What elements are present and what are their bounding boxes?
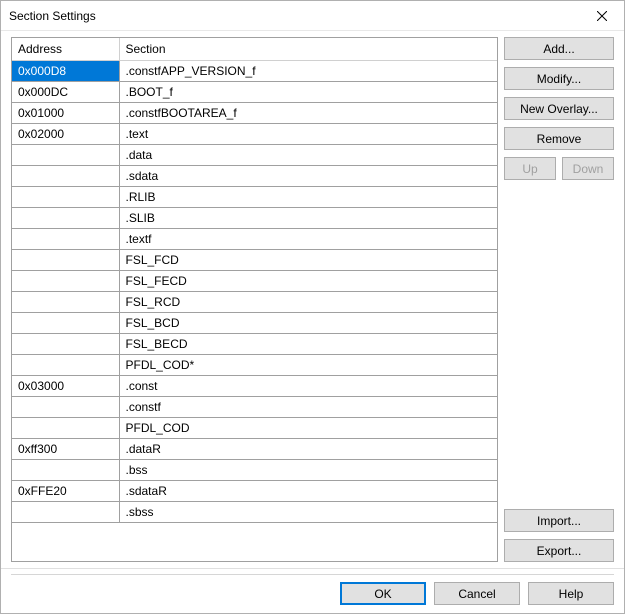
sections-table[interactable]: Address Section 0x000D8.constfAPP_VERSIO…: [12, 38, 497, 523]
section-cell[interactable]: .sdataR: [119, 481, 497, 502]
address-cell[interactable]: 0x000DC: [12, 82, 119, 103]
section-cell[interactable]: FSL_FCD: [119, 250, 497, 271]
cancel-button[interactable]: Cancel: [434, 582, 520, 605]
section-cell[interactable]: .dataR: [119, 439, 497, 460]
section-cell[interactable]: FSL_BECD: [119, 334, 497, 355]
table-row[interactable]: .bss: [12, 460, 497, 481]
table-row[interactable]: 0x01000.constfBOOTAREA_f: [12, 103, 497, 124]
address-cell[interactable]: 0x01000: [12, 103, 119, 124]
dialog-window: Section Settings Address Section 0x00: [0, 0, 625, 614]
address-cell[interactable]: [12, 292, 119, 313]
table-row[interactable]: .data: [12, 145, 497, 166]
address-cell[interactable]: [12, 502, 119, 523]
section-cell[interactable]: .bss: [119, 460, 497, 481]
section-cell[interactable]: .constf: [119, 397, 497, 418]
table-row[interactable]: .sdata: [12, 166, 497, 187]
table-row[interactable]: FSL_BECD: [12, 334, 497, 355]
address-cell[interactable]: [12, 187, 119, 208]
section-cell[interactable]: FSL_BCD: [119, 313, 497, 334]
up-down-pair: Up Down: [504, 157, 614, 180]
table-row[interactable]: .RLIB: [12, 187, 497, 208]
address-cell[interactable]: [12, 145, 119, 166]
section-cell[interactable]: .BOOT_f: [119, 82, 497, 103]
down-button: Down: [562, 157, 614, 180]
window-title: Section Settings: [9, 9, 580, 23]
table-row[interactable]: 0x000DC.BOOT_f: [12, 82, 497, 103]
table-row[interactable]: 0xff300.dataR: [12, 439, 497, 460]
section-cell[interactable]: .sdata: [119, 166, 497, 187]
section-cell[interactable]: .constfAPP_VERSION_f: [119, 61, 497, 82]
address-cell[interactable]: 0x000D8: [12, 61, 119, 82]
table-row[interactable]: .textf: [12, 229, 497, 250]
footer: OK Cancel Help: [1, 575, 624, 613]
table-row[interactable]: FSL_RCD: [12, 292, 497, 313]
address-cell[interactable]: 0xFFE20: [12, 481, 119, 502]
address-cell[interactable]: 0x02000: [12, 124, 119, 145]
modify-button[interactable]: Modify...: [504, 67, 614, 90]
dialog-body: Address Section 0x000D8.constfAPP_VERSIO…: [1, 31, 624, 568]
address-cell[interactable]: [12, 334, 119, 355]
address-cell[interactable]: [12, 418, 119, 439]
column-header-address[interactable]: Address: [12, 38, 119, 61]
section-cell[interactable]: .textf: [119, 229, 497, 250]
address-cell[interactable]: 0xff300: [12, 439, 119, 460]
titlebar: Section Settings: [1, 1, 624, 31]
section-cell[interactable]: .SLIB: [119, 208, 497, 229]
address-cell[interactable]: 0x03000: [12, 376, 119, 397]
help-button[interactable]: Help: [528, 582, 614, 605]
column-header-section[interactable]: Section: [119, 38, 497, 61]
footer-wrap: OK Cancel Help: [1, 568, 624, 613]
table-row[interactable]: FSL_BCD: [12, 313, 497, 334]
ok-button[interactable]: OK: [340, 582, 426, 605]
address-cell[interactable]: [12, 397, 119, 418]
address-cell[interactable]: [12, 166, 119, 187]
address-cell[interactable]: [12, 355, 119, 376]
section-cell[interactable]: .data: [119, 145, 497, 166]
table-header-row: Address Section: [12, 38, 497, 61]
add-button[interactable]: Add...: [504, 37, 614, 60]
new-overlay-button[interactable]: New Overlay...: [504, 97, 614, 120]
address-cell[interactable]: [12, 250, 119, 271]
table-row[interactable]: .SLIB: [12, 208, 497, 229]
section-cell[interactable]: .const: [119, 376, 497, 397]
section-cell[interactable]: PFDL_COD*: [119, 355, 497, 376]
up-button: Up: [504, 157, 556, 180]
address-cell[interactable]: [12, 229, 119, 250]
import-button[interactable]: Import...: [504, 509, 614, 532]
address-cell[interactable]: [12, 313, 119, 334]
table-row[interactable]: .constf: [12, 397, 497, 418]
table-row[interactable]: 0x000D8.constfAPP_VERSION_f: [12, 61, 497, 82]
sections-table-wrap: Address Section 0x000D8.constfAPP_VERSIO…: [11, 37, 498, 562]
table-row[interactable]: 0xFFE20.sdataR: [12, 481, 497, 502]
section-cell[interactable]: PFDL_COD: [119, 418, 497, 439]
table-row[interactable]: PFDL_COD*: [12, 355, 497, 376]
sidebar-buttons: Add... Modify... New Overlay... Remove U…: [504, 37, 614, 562]
address-cell[interactable]: [12, 208, 119, 229]
table-row[interactable]: FSL_FCD: [12, 250, 497, 271]
sidebar-spacer: [504, 187, 614, 502]
export-button[interactable]: Export...: [504, 539, 614, 562]
table-row[interactable]: PFDL_COD: [12, 418, 497, 439]
close-icon: [597, 11, 607, 21]
section-cell[interactable]: .RLIB: [119, 187, 497, 208]
section-cell[interactable]: FSL_RCD: [119, 292, 497, 313]
table-row[interactable]: FSL_FECD: [12, 271, 497, 292]
address-cell[interactable]: [12, 460, 119, 481]
remove-button[interactable]: Remove: [504, 127, 614, 150]
section-cell[interactable]: .text: [119, 124, 497, 145]
table-row[interactable]: 0x02000.text: [12, 124, 497, 145]
section-cell[interactable]: .sbss: [119, 502, 497, 523]
address-cell[interactable]: [12, 271, 119, 292]
section-cell[interactable]: FSL_FECD: [119, 271, 497, 292]
close-button[interactable]: [580, 1, 624, 30]
table-row[interactable]: 0x03000.const: [12, 376, 497, 397]
table-row[interactable]: .sbss: [12, 502, 497, 523]
section-cell[interactable]: .constfBOOTAREA_f: [119, 103, 497, 124]
